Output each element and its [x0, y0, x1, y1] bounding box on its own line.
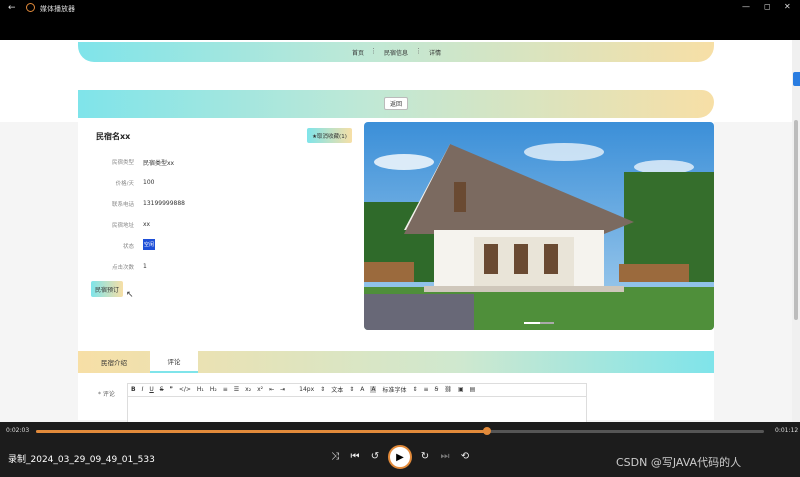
superscript-icon[interactable]: x²: [257, 386, 263, 393]
app-icon: [26, 3, 35, 12]
play-button[interactable]: ▶: [388, 445, 412, 469]
repeat-icon[interactable]: ⟲: [458, 451, 472, 462]
field-value-phone: 13199999888: [143, 200, 185, 207]
subscript-icon[interactable]: x₂: [245, 386, 251, 393]
watermark: CSDN @写JAVA代码的人: [616, 456, 742, 469]
breadcrumb-separator: ⋮: [370, 47, 377, 55]
clear-format-icon[interactable]: Ꞩ: [435, 386, 439, 393]
bg-color-icon[interactable]: A: [370, 386, 377, 393]
comment-label: * 评论: [98, 391, 115, 398]
video-icon[interactable]: ▤: [470, 386, 476, 393]
shuffle-icon[interactable]: ⤨: [328, 451, 342, 462]
side-widget-icon[interactable]: [793, 72, 800, 86]
field-value-type: 民宿类型xx: [143, 160, 175, 167]
back-button[interactable]: 返回: [384, 97, 408, 110]
strikethrough-icon[interactable]: S: [160, 386, 164, 393]
italic-icon[interactable]: I: [142, 386, 144, 393]
bullet-list-icon[interactable]: ☰: [234, 386, 239, 393]
field-label: 民宿类型: [111, 160, 134, 166]
editor-toolbar: B I U S ❞ </> H₁ H₂ ≡ ☰ x₂ x² ⇤ ⇥ 14px ⇕…: [127, 383, 587, 397]
close-icon[interactable]: ✕: [784, 2, 791, 11]
house-title: 民宿名xx: [96, 132, 131, 141]
indent-icon[interactable]: ⇤: [269, 386, 274, 393]
align-icon[interactable]: ≡: [424, 386, 429, 393]
image-icon[interactable]: ▣: [458, 386, 464, 393]
book-button[interactable]: 民宿预订: [91, 281, 123, 297]
window-title: 媒体播放器: [40, 5, 75, 13]
elapsed-time: 0:02:03: [6, 427, 30, 434]
minimize-icon[interactable]: —: [742, 2, 750, 11]
rewind-10-icon[interactable]: ↺: [368, 451, 382, 462]
play-icon: ▶: [396, 451, 404, 463]
title-bar: ← 媒体播放器 — ◻ ✕: [0, 0, 800, 40]
link-icon[interactable]: ⛓: [444, 386, 452, 393]
code-icon[interactable]: </>: [179, 386, 191, 393]
tab-intro[interactable]: 民宿介绍: [78, 351, 150, 373]
field-label: 状态: [122, 244, 134, 250]
breadcrumb: 首页 ⋮ 民宿信息 ⋮ 详情: [78, 42, 714, 62]
total-time: 0:01:12: [775, 427, 799, 434]
breadcrumb-list[interactable]: 民宿信息: [384, 48, 408, 57]
page-viewport: 首页 ⋮ 民宿信息 ⋮ 详情 返回 民宿名xx ★取消收藏(1) 民宿类型 民宿…: [0, 40, 800, 422]
font-size-select[interactable]: 14px: [299, 386, 314, 393]
outdent-icon[interactable]: ⇥: [280, 386, 285, 393]
field-label: 点击次数: [111, 265, 134, 271]
favorite-button[interactable]: ★取消收藏(1): [307, 128, 352, 143]
house-image: [364, 122, 714, 330]
breadcrumb-home[interactable]: 首页: [352, 48, 364, 57]
maximize-icon[interactable]: ◻: [764, 2, 771, 11]
field-label: 联系电话: [111, 202, 134, 208]
font-family-select[interactable]: 标准字体: [382, 385, 406, 394]
bold-icon[interactable]: B: [131, 386, 136, 393]
underline-icon[interactable]: U: [149, 386, 153, 393]
next-icon[interactable]: ⏭: [438, 451, 452, 462]
field-value-address: xx: [143, 221, 151, 228]
heading1-icon[interactable]: H₁: [197, 386, 204, 393]
chevron-down-icon: ⇕: [349, 386, 355, 393]
chevron-down-icon: ⇕: [412, 386, 418, 393]
scrollbar-thumb[interactable]: [794, 120, 798, 320]
back-icon[interactable]: ←: [8, 3, 16, 13]
field-label: 价格/天: [115, 181, 134, 187]
recording-filename: 录制_2024_03_29_09_49_01_533: [8, 455, 155, 465]
mouse-cursor-icon: ↖: [126, 290, 134, 300]
heading2-icon[interactable]: H₂: [210, 386, 217, 393]
breadcrumb-separator: ⋮: [415, 47, 422, 55]
breadcrumb-detail: 详情: [429, 50, 442, 57]
tab-comment[interactable]: 评论: [150, 351, 198, 373]
ordered-list-icon[interactable]: ≡: [223, 386, 228, 393]
house-photo[interactable]: [364, 122, 714, 330]
forward-30-icon[interactable]: ↻: [418, 451, 432, 462]
paragraph-select[interactable]: 文本: [331, 385, 343, 394]
field-label: 民宿地址: [111, 223, 134, 229]
field-value-price: 100: [143, 179, 155, 186]
chevron-down-icon: ⇕: [320, 386, 326, 393]
previous-icon[interactable]: ⏮: [348, 451, 362, 462]
status-badge: 空闲: [143, 239, 155, 250]
field-value-clicks: 1: [143, 263, 147, 270]
text-color-icon[interactable]: A: [360, 386, 364, 393]
seek-progress: [36, 430, 488, 433]
quote-icon[interactable]: ❞: [170, 386, 173, 393]
